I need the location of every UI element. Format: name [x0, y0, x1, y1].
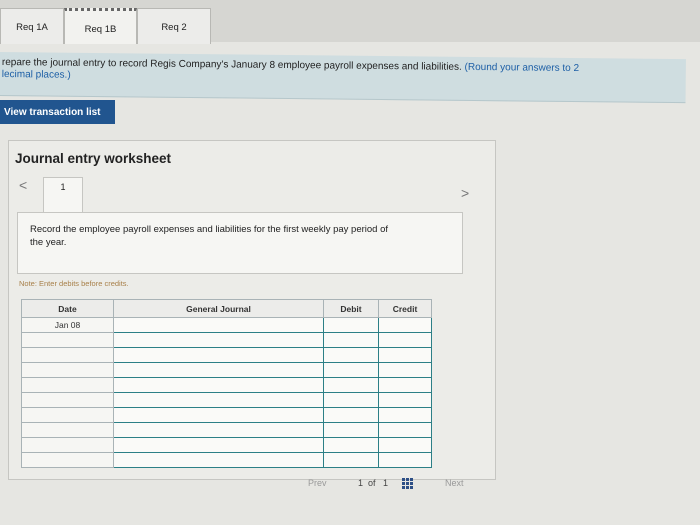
tab-bar: Req 1A Req 1B Req 2	[0, 0, 700, 44]
header-date: Date	[21, 299, 114, 318]
debit-input[interactable]	[323, 422, 379, 438]
debit-input[interactable]	[323, 332, 379, 348]
account-input[interactable]	[113, 347, 324, 363]
current-page: 1	[358, 478, 364, 488]
debit-input[interactable]	[323, 452, 379, 468]
table-row	[21, 407, 432, 423]
view-transaction-list-button[interactable]: View transaction list	[0, 100, 115, 124]
account-input[interactable]	[113, 362, 324, 378]
account-input[interactable]	[113, 332, 324, 348]
credit-input[interactable]	[378, 317, 432, 333]
account-input[interactable]	[113, 392, 324, 408]
debit-input[interactable]	[323, 437, 379, 453]
header-general-journal: General Journal	[113, 299, 324, 318]
account-input[interactable]	[113, 317, 324, 333]
date-cell	[21, 437, 114, 453]
step-description-panel: Record the employee payroll expenses and…	[17, 212, 463, 274]
credit-input[interactable]	[378, 452, 432, 468]
table-row: Jan 08	[21, 317, 432, 333]
total-pages: 1	[383, 478, 389, 488]
date-cell	[21, 392, 114, 408]
credit-input[interactable]	[378, 437, 432, 453]
account-input[interactable]	[113, 407, 324, 423]
date-cell	[21, 377, 114, 393]
debit-input[interactable]	[323, 377, 379, 393]
tab-req-2[interactable]: Req 2	[137, 8, 211, 44]
debit-input[interactable]	[323, 362, 379, 378]
table-row	[21, 422, 432, 438]
next-button[interactable]: Next	[445, 478, 464, 488]
table-row	[21, 437, 432, 453]
prev-button[interactable]: Prev	[308, 478, 327, 488]
date-cell	[21, 422, 114, 438]
instructions-note-continued: lecimal places.)	[1, 69, 71, 81]
tab-label: Req 2	[161, 22, 187, 33]
tab-req-1a[interactable]: Req 1A	[0, 8, 64, 44]
grid-icon[interactable]	[402, 478, 413, 489]
table-row	[21, 452, 432, 468]
step-tab-1[interactable]: 1	[43, 177, 83, 213]
date-cell	[21, 407, 114, 423]
date-cell	[21, 347, 114, 363]
date-cell	[21, 362, 114, 378]
credit-input[interactable]	[378, 362, 432, 378]
debit-input[interactable]	[323, 392, 379, 408]
debit-input[interactable]	[323, 407, 379, 423]
account-input[interactable]	[113, 452, 324, 468]
table-row	[21, 332, 432, 348]
credit-input[interactable]	[378, 347, 432, 363]
header-debit: Debit	[323, 299, 379, 318]
page-of-label: of	[368, 478, 376, 488]
chevron-left-icon[interactable]: <	[19, 177, 27, 193]
debit-input[interactable]	[323, 317, 379, 333]
credit-input[interactable]	[378, 332, 432, 348]
tab-label: Req 1A	[16, 22, 48, 33]
credit-input[interactable]	[378, 392, 432, 408]
header-credit: Credit	[378, 299, 432, 318]
account-input[interactable]	[113, 422, 324, 438]
credit-input[interactable]	[378, 422, 432, 438]
debit-input[interactable]	[323, 347, 379, 363]
step-number: 1	[60, 182, 66, 192]
table-row	[21, 377, 432, 393]
date-cell	[21, 452, 114, 468]
credit-input[interactable]	[378, 407, 432, 423]
date-cell	[21, 332, 114, 348]
step-description: Record the employee payroll expenses and…	[30, 224, 389, 248]
date-cell: Jan 08	[21, 317, 114, 333]
table-header-row: Date General Journal Debit Credit	[21, 299, 432, 318]
credit-input[interactable]	[378, 377, 432, 393]
worksheet-title: Journal entry worksheet	[15, 151, 172, 166]
instructions-text: repare the journal entry to record Regis…	[1, 57, 462, 73]
debits-credits-note: Note: Enter debits before credits.	[19, 279, 129, 288]
instructions-banner: repare the journal entry to record Regis…	[0, 52, 686, 104]
journal-table: Date General Journal Debit Credit Jan 08	[21, 299, 432, 468]
instructions-note: (Round your answers to 2	[464, 61, 580, 75]
account-input[interactable]	[113, 437, 324, 453]
tab-req-1b[interactable]: Req 1B	[64, 8, 137, 44]
table-row	[21, 392, 432, 408]
account-input[interactable]	[113, 377, 324, 393]
tab-label: Req 1B	[84, 24, 117, 35]
chevron-right-icon[interactable]: >	[461, 185, 469, 201]
table-row	[21, 362, 432, 378]
table-row	[21, 347, 432, 363]
journal-entry-worksheet: Journal entry worksheet < 1 > Record the…	[8, 140, 496, 480]
